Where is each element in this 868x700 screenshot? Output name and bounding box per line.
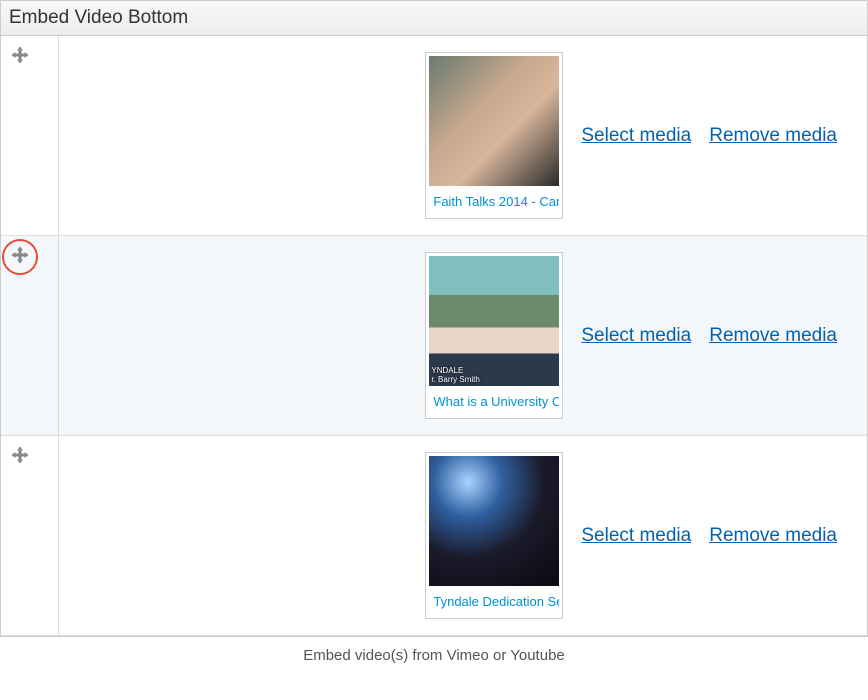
media-row: Tyndale Dedication Ser Select media Remo… [1,436,867,636]
drag-cell [1,436,59,635]
drag-cell [1,36,59,235]
media-row: Faith Talks 2014 - Car Select media Remo… [1,36,867,236]
remove-media-link[interactable]: Remove media [709,525,837,547]
footer-hint: Embed video(s) from Vimeo or Youtube [0,637,868,668]
remove-media-link[interactable]: Remove media [709,325,837,347]
media-content: Tyndale Dedication Ser Select media Remo… [59,436,867,635]
media-caption: Tyndale Dedication Ser [429,586,559,615]
media-thumbnail [429,56,559,186]
media-thumbnail [429,456,559,586]
drag-cell [1,236,59,435]
media-caption: What is a University Co [429,386,559,415]
media-card[interactable]: YNDALE r. Barry Smith What is a Universi… [425,252,563,419]
thumb-overlay-text: YNDALE r. Barry Smith [429,364,559,386]
select-media-link[interactable]: Select media [581,325,691,347]
media-card[interactable]: Faith Talks 2014 - Car [425,52,563,219]
media-card[interactable]: Tyndale Dedication Ser [425,452,563,619]
media-content: Faith Talks 2014 - Car Select media Remo… [59,36,867,235]
embed-video-panel: Embed Video Bottom Faith Talks 2014 - Ca… [0,0,868,637]
drag-handle-icon[interactable] [11,46,28,63]
media-caption: Faith Talks 2014 - Car [429,186,559,215]
media-row: YNDALE r. Barry Smith What is a Universi… [1,236,867,436]
select-media-link[interactable]: Select media [581,125,691,147]
panel-title: Embed Video Bottom [1,1,867,36]
media-content: YNDALE r. Barry Smith What is a Universi… [59,236,867,435]
drag-handle-icon[interactable] [11,246,28,263]
select-media-link[interactable]: Select media [581,525,691,547]
drag-handle-icon[interactable] [11,446,28,463]
remove-media-link[interactable]: Remove media [709,125,837,147]
media-thumbnail: YNDALE r. Barry Smith [429,256,559,386]
